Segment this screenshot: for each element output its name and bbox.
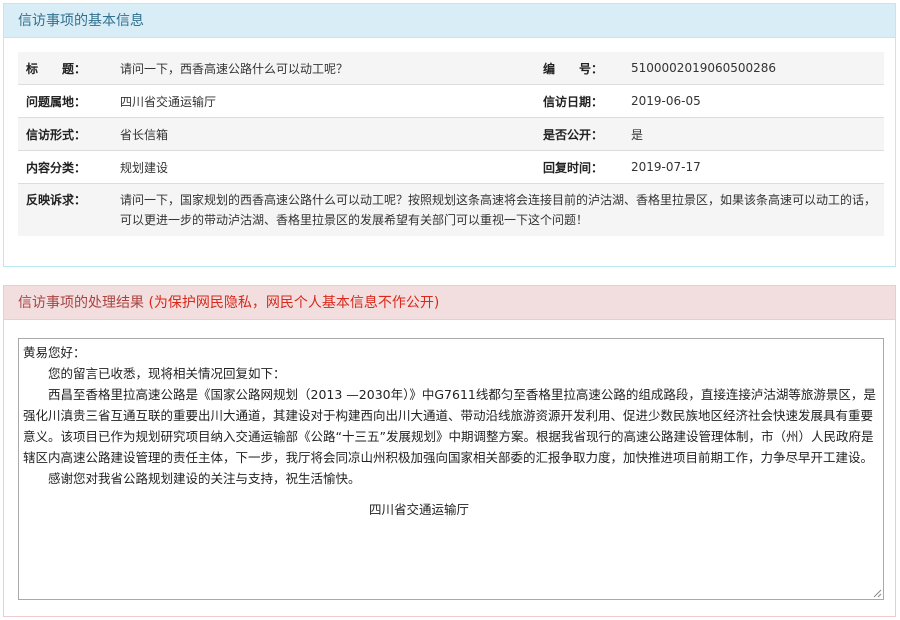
complaint-value: 请问一下，国家规划的西香高速公路什么可以动工呢？按照规划这条高速将会连接目前的泸… xyxy=(112,183,884,236)
public-label: 是否公开： xyxy=(535,117,623,151)
public-value: 是 xyxy=(623,117,884,151)
processing-result-panel-title: 信访事项的处理结果 (为保护网民隐私，网民个人基本信息不作公开) xyxy=(4,286,895,320)
resize-grip-icon[interactable] xyxy=(872,588,882,598)
location-value: 四川省交通运输厅 xyxy=(112,84,535,118)
reply-textarea[interactable]: 黄易您好： 您的留言已收悉，现将相关情况回复如下： 西昌至香格里拉高速公路是《国… xyxy=(18,338,884,600)
info-row-form: 信访形式： 省长信箱 是否公开： 是 xyxy=(18,117,884,151)
info-row-title: 标 题： 请问一下，西香高速公路什么可以动工呢？ 编 号： 5100002019… xyxy=(18,52,884,85)
title-value: 请问一下，西香高速公路什么可以动工呢？ xyxy=(112,52,535,85)
basic-info-panel: 信访事项的基本信息 标 题： 请问一下，西香高速公路什么可以动工呢？ 编 号： … xyxy=(3,3,896,267)
info-row-complaint: 反映诉求： 请问一下，国家规划的西香高速公路什么可以动工呢？按照规划这条高速将会… xyxy=(18,183,884,236)
basic-info-table: 标 题： 请问一下，西香高速公路什么可以动工呢？ 编 号： 5100002019… xyxy=(18,52,884,236)
basic-info-panel-title: 信访事项的基本信息 xyxy=(4,4,895,38)
category-label: 内容分类： xyxy=(18,150,112,184)
title-label: 标 题： xyxy=(18,52,112,85)
reply-signature: 四川省交通运输厅 xyxy=(369,502,470,517)
number-label: 编 号： xyxy=(535,52,623,85)
result-title: 信访事项的处理结果 xyxy=(18,295,144,311)
info-row-category: 内容分类： 规划建设 回复时间： 2019-07-17 xyxy=(18,150,884,184)
location-label: 问题属地： xyxy=(18,84,112,118)
reply-paragraph-2: 西昌至香格里拉高速公路是《国家公路网规划（2013 —2030年）》中G7611… xyxy=(23,387,876,465)
info-row-location: 问题属地： 四川省交通运输厅 信访日期： 2019-06-05 xyxy=(18,84,884,118)
number-value: 5100002019060500286 xyxy=(623,52,884,85)
petition-date-label: 信访日期： xyxy=(535,84,623,118)
privacy-note: (为保护网民隐私，网民个人基本信息不作公开) xyxy=(148,295,440,311)
reply-time-label: 回复时间： xyxy=(535,150,623,184)
reply-paragraph-3: 感谢您对我省公路规划建设的关注与支持，祝生活愉快。 xyxy=(48,471,361,486)
complaint-label: 反映诉求： xyxy=(18,183,112,236)
processing-result-panel: 信访事项的处理结果 (为保护网民隐私，网民个人基本信息不作公开) 黄易您好： 您… xyxy=(3,285,896,617)
petition-form-value: 省长信箱 xyxy=(112,117,535,151)
petition-form-label: 信访形式： xyxy=(18,117,112,151)
reply-greeting: 黄易您好： xyxy=(23,345,86,360)
category-value: 规划建设 xyxy=(112,150,535,184)
reply-time-value: 2019-07-17 xyxy=(623,150,884,184)
petition-date-value: 2019-06-05 xyxy=(623,84,884,118)
reply-paragraph-1: 您的留言已收悉，现将相关情况回复如下： xyxy=(48,366,286,381)
